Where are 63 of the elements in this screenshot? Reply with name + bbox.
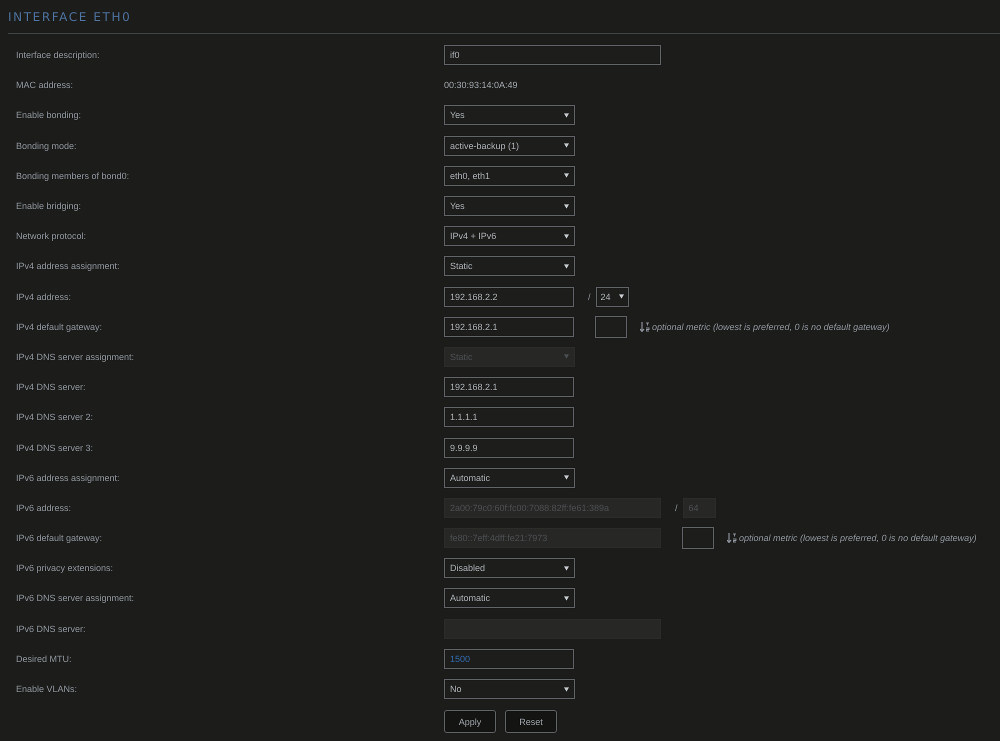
field-label: IPv6 privacy extensions: [15,563,114,574]
metric-field[interactable] [682,527,714,550]
dropdown[interactable]: Yes [444,196,575,216]
caret-icon [564,686,569,692]
page-title: INTERFACE ETH0 [8,0,1000,34]
field-label: Enable bonding: [15,110,82,120]
input-field[interactable]: 192.168.2.2 [444,286,574,307]
field-label: IPv4 address assignment: [15,261,121,272]
dropdown[interactable]: eth0, eth1 [444,166,575,186]
input-field[interactable]: 192.168.2.1 [444,316,574,337]
field-label: MAC address: [15,80,74,90]
field-label: IPv6 DNS server assignment: [15,593,136,604]
field-label: IPv4 DNS server 3: [15,442,94,453]
field-label: Bonding members of bond0: [15,170,130,181]
dropdown[interactable]: Yes [444,105,575,126]
dropdown[interactable]: Automatic [444,468,575,488]
field-label: IPv4 DNS server: [15,382,87,392]
field-label: Desired MTU: [15,654,73,664]
dropdown[interactable]: Automatic [444,588,575,608]
caret-icon [564,475,569,480]
dropdown[interactable]: active-backup (1) [444,136,575,156]
input-field[interactable]: 192.168.2.1 [444,377,574,398]
input-field[interactable]: if0 [444,45,661,66]
caret-icon [564,234,569,239]
dropdown[interactable]: No [444,679,575,700]
caret-icon [564,354,569,360]
separator-text: / [588,292,591,302]
field-label: Enable VLANs: [15,684,78,694]
caret-icon [564,204,569,209]
field-label: Bonding mode: [15,140,78,151]
input-field[interactable]: 9.9.9.9 [444,438,574,458]
field-label: IPv4 DNS server 2: [15,412,94,422]
caret-icon [618,294,624,300]
field-label: IPv4 DNS server assignment: [15,352,136,362]
reset-button[interactable]: Reset [505,710,557,734]
mac-address-value: 00:30:93:14:0A:49 [444,80,518,90]
field-label: IPv4 address: [15,292,72,302]
prefix-dropdown[interactable]: 24 [596,286,629,307]
dropdown[interactable]: Disabled [444,558,575,578]
caret-icon [564,566,569,571]
field-label: Interface description: [15,50,101,60]
field-label: Enable bridging: [15,201,82,212]
caret-icon [564,112,569,118]
input-field[interactable]: 1.1.1.1 [444,407,574,428]
field-label: IPv6 address assignment: [15,472,121,483]
field-label: Network protocol: [15,231,88,242]
sort-icon [640,322,650,332]
metric-hint: optional metric (lowest is preferred, 0 is no default gateway) [652,322,890,332]
separator-text: / [675,502,678,513]
field-label: IPv6 address: [15,502,72,513]
caret-icon [564,596,569,601]
caret-icon [564,143,569,148]
dropdown[interactable]: Static [444,256,575,276]
field-label: IPv6 DNS server: [15,624,87,634]
field-label: IPv4 default gateway: [15,322,104,332]
metric-field[interactable] [595,316,627,338]
field-label: IPv6 default gateway: [15,533,104,544]
sort-icon [727,533,737,544]
caret-icon [564,173,569,178]
dropdown[interactable]: IPv4 + IPv6 [444,226,575,246]
caret-icon [564,264,569,269]
metric-hint: optional metric (lowest is preferred, 0 is no default gateway) [739,533,977,544]
apply-button[interactable]: Apply [444,710,496,734]
